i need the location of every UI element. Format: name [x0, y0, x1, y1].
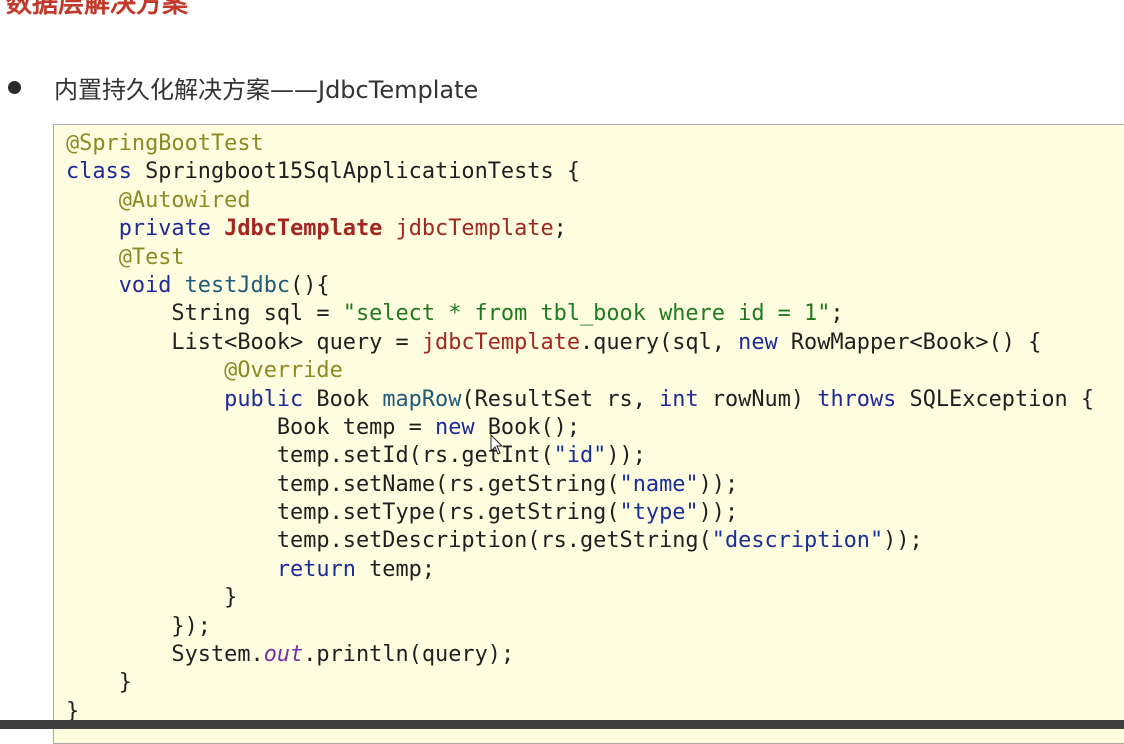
code-token: ; [553, 216, 567, 242]
code-token: List<Book> query = [66, 329, 422, 355]
code-token: Book [303, 386, 383, 412]
code-token: Book temp = [66, 414, 436, 440]
code-line: String sql = "select * from tbl_book whe… [66, 300, 1094, 328]
code-token: jdbcTemplate [395, 216, 554, 242]
bottom-bar [0, 720, 1124, 729]
code-token: new [738, 329, 778, 355]
code-token: "description" [711, 528, 884, 554]
code-token: temp.setId(rs.getInt( [66, 443, 554, 469]
code-token: Springboot15SqlApplicationTests { [131, 159, 581, 185]
code-token: @Autowired [118, 187, 251, 213]
code-line: temp.setDescription(rs.getString("descri… [66, 527, 1094, 555]
code-token: @Override [224, 358, 343, 384]
code-token: temp.setName(rs.getString( [66, 471, 620, 497]
bullet-dot-icon [8, 80, 21, 94]
code-line: @Autowired [66, 187, 1094, 215]
code-token: JdbcTemplate [224, 216, 383, 242]
code-token: )); [698, 471, 739, 497]
bullet-text: 内置持久化解决方案——JdbcTemplate [54, 75, 479, 104]
code-line: @Test [66, 244, 1094, 272]
code-token: @Test [118, 244, 185, 270]
bullet-item: 内置持久化解决方案——JdbcTemplate [8, 70, 478, 104]
mouse-cursor-icon [490, 434, 504, 455]
code-token: String sql = [66, 301, 343, 327]
code-line: temp.setType(rs.getString("type")); [66, 499, 1094, 527]
code-token: private [118, 216, 211, 242]
code-token: (ResultSet rs, [461, 386, 660, 412]
code-line: }); [66, 613, 1094, 641]
code-text: @SpringBootTest class Springboot15SqlAppl… [66, 130, 1094, 726]
code-line: class Springboot15SqlApplicationTests { [66, 158, 1094, 186]
code-token: ; [830, 301, 844, 327]
code-token: new [435, 414, 475, 440]
code-token: )); [606, 443, 646, 469]
code-token: rowNum) [698, 386, 818, 412]
code-token: "name" [619, 471, 699, 497]
code-line: @SpringBootTest [66, 130, 1094, 158]
code-token: testJdbc [184, 272, 291, 298]
code-line: System.out.println(query); [66, 641, 1094, 669]
code-token: } [66, 670, 132, 696]
code-line: } [66, 669, 1094, 697]
code-line: Book temp = new Book(); [66, 414, 1094, 442]
slide-title: 数据层解决方案 [6, 0, 189, 19]
code-line: } [66, 584, 1094, 612]
code-token: (){ [290, 272, 330, 298]
code-token: mapRow [382, 386, 462, 412]
code-token: "select * from tbl_book where id = 1" [342, 301, 831, 327]
code-token: void [118, 272, 172, 298]
code-token: "id" [553, 443, 607, 469]
code-token: temp; [355, 556, 436, 582]
code-line: @Override [66, 357, 1094, 385]
code-token: RowMapper<Book>() { [777, 329, 1042, 355]
code-line: return temp; [66, 556, 1094, 584]
code-line: List<Book> query = jdbcTemplate.query(sq… [66, 329, 1094, 357]
code-line: temp.setId(rs.getInt("id")); [66, 442, 1094, 470]
code-line: temp.setName(rs.getString("name")); [66, 471, 1094, 499]
code-token: throws [817, 386, 897, 412]
code-token: temp.setDescription(rs.getString( [66, 528, 712, 554]
code-token: public [224, 386, 304, 412]
code-token: )); [883, 528, 923, 554]
code-token: .query(sql, [580, 329, 739, 355]
code-token: out [263, 642, 304, 668]
code-line: private JdbcTemplate jdbcTemplate; [66, 215, 1094, 243]
code-token: return [276, 556, 356, 582]
code-block: @SpringBootTest class Springboot15SqlAppl… [53, 124, 1124, 744]
code-token: } [66, 585, 238, 611]
code-token: "type" [619, 500, 699, 526]
code-line: void testJdbc(){ [66, 272, 1094, 300]
code-line: public Book mapRow(ResultSet rs, int row… [66, 386, 1094, 414]
code-token: .println(query); [303, 642, 515, 668]
code-token: jdbcTemplate [421, 329, 580, 355]
code-token: )); [698, 500, 739, 526]
code-token: @SpringBootTest [66, 131, 264, 156]
code-token: temp.setType(rs.getString( [66, 500, 620, 526]
code-token: }); [66, 613, 211, 639]
code-token: int [659, 386, 699, 412]
code-token: SQLException { [896, 386, 1095, 412]
code-token: class [66, 159, 132, 185]
code-token: System. [66, 642, 264, 668]
